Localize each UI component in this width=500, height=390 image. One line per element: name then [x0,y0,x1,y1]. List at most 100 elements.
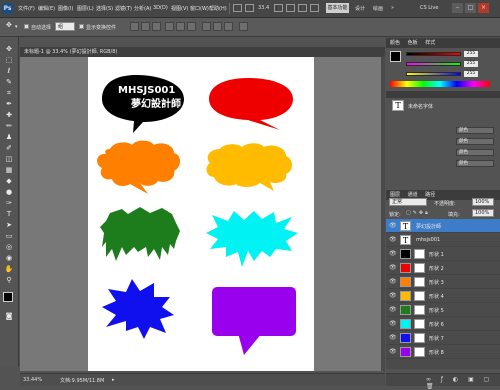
adjust-button-2[interactable]: 颜色 [456,138,494,145]
auto-align-button[interactable] [239,22,248,31]
status-menu-arrow-icon[interactable]: ▸ [112,377,115,383]
blur-tool-icon[interactable]: ◆ [4,177,14,186]
opacity-field[interactable]: 100% [472,198,494,206]
fill-field[interactable]: 100% [472,209,494,217]
document-tab[interactable]: 未标题-1 @ 33.4% (夢幻設計師, RGB/8) [20,47,385,57]
layer-row-shape-1[interactable]: 👁︎ 形状 1 [386,247,500,261]
path-selection-tool-icon[interactable]: ➤ [4,221,14,230]
align-top-button[interactable] [130,22,139,31]
cs-live-button[interactable]: CS Live [420,5,438,11]
history-brush-tool-icon[interactable]: ✐ [4,144,14,153]
tab-swatches[interactable]: 色板 [408,40,418,46]
dodge-tool-icon[interactable]: ● [4,188,14,197]
marquee-tool-icon[interactable]: ⬚ [4,56,14,65]
menu-window[interactable]: 窗口(W) [190,5,209,12]
zoom-level[interactable]: 33.4 [258,5,269,11]
green-value-field[interactable]: 255 [464,61,478,67]
green-slider[interactable] [406,62,461,66]
align-middle-button[interactable] [141,22,150,31]
pen-tool-icon[interactable]: ✑ [4,199,14,208]
clone-stamp-tool-icon[interactable]: ♟ [4,133,14,142]
workspace-essentials-button[interactable]: 基本功能 [326,3,349,13]
color-spectrum-bar[interactable] [390,81,490,87]
vertical-scrollbar[interactable] [381,57,385,371]
hand-tool-icon[interactable]: ✋ [4,265,14,274]
gradient-tool-icon[interactable]: ▦ [4,166,14,175]
status-zoom[interactable]: 33.44% [23,377,42,383]
menu-edit[interactable]: 编辑(E) [38,5,55,12]
3d-rotate-tool-icon[interactable]: ◎ [4,243,14,252]
menu-view[interactable]: 视图(V) [171,5,188,12]
healing-brush-tool-icon[interactable]: ✚ [4,111,14,120]
layer-action-icons[interactable]: ∞ ƒ ◐ ▣ ▢ 🗑︎ [426,376,500,390]
lasso-tool-icon[interactable]: ℓ [4,67,14,76]
3d-camera-tool-icon[interactable]: ◉ [4,254,14,263]
screen-mode-icon[interactable] [310,4,319,12]
quick-select-tool-icon[interactable]: ✎ [4,78,14,87]
blue-value-field[interactable]: 255 [464,71,478,77]
layer-row-shape-3[interactable]: 👁︎ 形状 3 [386,275,500,289]
visibility-eye-icon[interactable]: 👁︎ [389,250,397,257]
visibility-eye-icon[interactable]: 👁︎ [389,264,397,271]
workspace-more-icon[interactable]: » [391,5,394,11]
align-bottom-button[interactable] [152,22,161,31]
blend-mode-dropdown[interactable]: 正常 [389,198,427,206]
zoom-tool-icon[interactable]: ⚲ [4,276,14,285]
layer-row-text-1[interactable]: 👁︎ T 夢幻設計師 [386,219,500,233]
distribute-middle-button[interactable] [213,22,222,31]
layer-row-shape-2[interactable]: 👁︎ 形状 2 [386,261,500,275]
adjust-button-3[interactable]: 颜色 [456,149,494,156]
panel-foreground-swatch[interactable] [390,51,401,62]
tool-preset-chevron-icon[interactable]: ▾ [15,24,18,30]
layer-row-shape-6[interactable]: 👁︎ 形状 6 [386,317,500,331]
mini-bridge-icon[interactable] [245,4,254,12]
menu-layer[interactable]: 图层(L) [77,5,94,12]
distribute-top-button[interactable] [202,22,211,31]
menu-image[interactable]: 图像(I) [58,5,73,12]
visibility-eye-icon[interactable]: 👁︎ [389,306,397,313]
arrange-documents-icon[interactable] [298,4,307,12]
tab-styles[interactable]: 样式 [425,40,435,46]
visibility-eye-icon[interactable]: 👁︎ [389,222,397,229]
menu-filter[interactable]: 滤镜(T) [115,5,132,12]
canvas[interactable]: MHSJS001 夢幻設計師 [88,57,314,371]
quick-mask-icon[interactable]: ◙ [4,312,14,321]
adjust-button-4[interactable]: 颜色 [456,160,494,167]
bridge-icon[interactable] [233,4,242,12]
distribute-bottom-button[interactable] [224,22,233,31]
tab-color[interactable]: 颜色 [390,40,400,46]
hand-tool-icon[interactable] [274,4,283,12]
red-value-field[interactable]: 255 [464,51,478,57]
adjust-button-1[interactable]: 颜色 [456,127,494,134]
menu-file[interactable]: 文件(F) [18,5,35,12]
crop-tool-icon[interactable]: ⌗ [4,89,14,98]
visibility-eye-icon[interactable]: 👁︎ [389,320,397,327]
layer-row-shape-5[interactable]: 👁︎ 形状 5 [386,303,500,317]
show-transform-checkbox[interactable] [79,24,84,29]
move-tool-icon[interactable]: ✥ [6,21,12,29]
visibility-eye-icon[interactable]: 👁︎ [389,348,397,355]
blue-slider[interactable] [406,72,461,76]
zoom-tool-icon[interactable] [286,4,295,12]
visibility-eye-icon[interactable]: 👁︎ [389,236,397,243]
type-tool-icon[interactable]: T [4,210,14,219]
layer-row-shape-8[interactable]: 👁︎ 形状 8 [386,345,500,359]
close-button[interactable]: × [478,3,489,13]
align-right-button[interactable] [187,22,196,31]
menu-analysis[interactable]: 分析(A) [134,5,151,12]
workspace-painting-button[interactable]: 绘画 [373,5,383,12]
menu-3d[interactable]: 3D(D) [153,5,168,11]
visibility-eye-icon[interactable]: 👁︎ [389,292,397,299]
foreground-color-swatch[interactable] [3,292,13,302]
workspace-design-button[interactable]: 设计 [355,5,365,12]
move-tool-icon[interactable]: ✥ [4,45,14,54]
layer-row-text-2[interactable]: 👁︎ T mhsjs001 [386,233,500,247]
brush-tool-icon[interactable]: ✏ [4,122,14,131]
shape-tool-icon[interactable]: ▭ [4,232,14,241]
layer-row-shape-7[interactable]: 👁︎ 形状 7 [386,331,500,345]
visibility-eye-icon[interactable]: 👁︎ [389,334,397,341]
auto-select-checkbox[interactable] [24,24,29,29]
maximize-button[interactable]: □ [465,3,476,13]
auto-select-target-dropdown[interactable]: 组 [55,22,75,31]
minimize-button[interactable]: – [452,3,463,13]
